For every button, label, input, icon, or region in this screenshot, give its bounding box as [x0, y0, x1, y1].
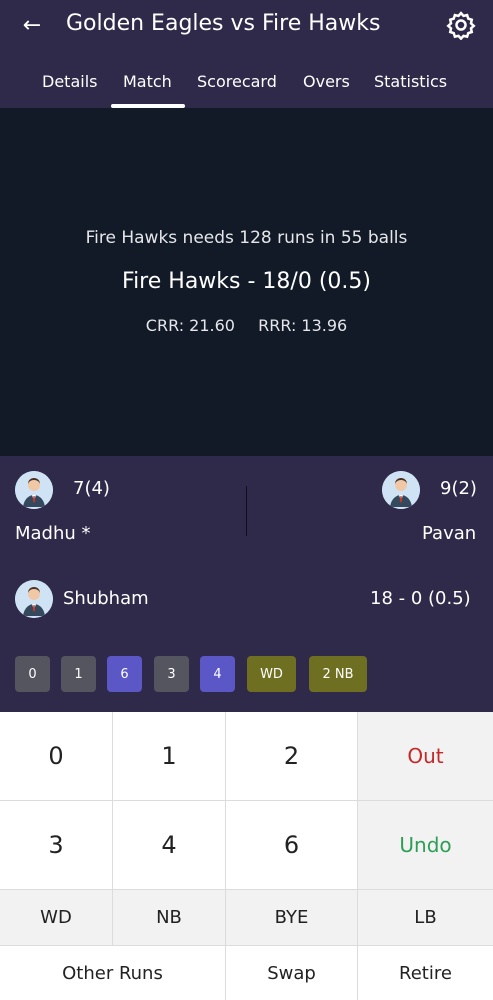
tab-bar: Details Match Scorecard Overs Statistics	[0, 56, 493, 108]
swap-button[interactable]: Swap	[226, 946, 358, 1000]
scoring-keypad: 0 1 2 Out 3 4 6 Undo WD NB BYE LB Other …	[0, 712, 493, 1000]
no-ball-button[interactable]: NB	[113, 890, 226, 946]
wide-button[interactable]: WD	[0, 890, 113, 946]
bowler-avatar	[15, 580, 53, 618]
tab-details[interactable]: Details	[42, 72, 97, 91]
gear-icon[interactable]	[446, 10, 476, 41]
run-1-button[interactable]: 1	[113, 712, 226, 801]
ball-chip: 2 NB	[309, 656, 367, 692]
players-panel: 7(4) Madhu * 9(2) Pavan Shubham 18 - 0 (…	[0, 456, 493, 712]
striker-stat: 7(4)	[73, 478, 110, 499]
bye-button[interactable]: BYE	[226, 890, 358, 946]
run-4-button[interactable]: 4	[113, 801, 226, 890]
required-run-rate: RRR: 13.96	[258, 316, 348, 335]
non-striker-name[interactable]: Pavan	[422, 523, 476, 544]
back-arrow-icon[interactable]: ←	[18, 10, 46, 40]
ball-chip: 4	[200, 656, 235, 692]
bowler-figures: 18 - 0 (0.5)	[370, 588, 471, 609]
score-panel: Fire Hawks needs 128 runs in 55 balls Fi…	[0, 108, 493, 456]
target-text: Fire Hawks needs 128 runs in 55 balls	[85, 228, 408, 248]
undo-button[interactable]: Undo	[358, 801, 493, 890]
ball-chip: 3	[154, 656, 189, 692]
tab-match[interactable]: Match	[123, 72, 172, 91]
other-runs-button[interactable]: Other Runs	[0, 946, 226, 1000]
retire-button[interactable]: Retire	[358, 946, 493, 1000]
current-run-rate: CRR: 21.60	[145, 316, 235, 335]
non-striker-stat: 9(2)	[440, 478, 477, 499]
striker-avatar	[15, 471, 53, 509]
current-over-balls: 0 1 6 3 4 WD 2 NB	[0, 656, 493, 692]
striker-name[interactable]: Madhu *	[15, 523, 91, 544]
non-striker-avatar	[382, 471, 420, 509]
run-0-button[interactable]: 0	[0, 712, 113, 801]
out-button[interactable]: Out	[358, 712, 493, 801]
team-score: Fire Hawks - 18/0 (0.5)	[122, 269, 371, 294]
tab-scorecard[interactable]: Scorecard	[197, 72, 277, 91]
run-rates: CRR: 21.60 RRR: 13.96	[0, 316, 493, 335]
run-6-button[interactable]: 6	[226, 801, 358, 890]
ball-chip: WD	[247, 656, 296, 692]
page-title: Golden Eagles vs Fire Hawks	[66, 11, 381, 36]
ball-chip: 6	[107, 656, 142, 692]
run-2-button[interactable]: 2	[226, 712, 358, 801]
ball-chip: 1	[61, 656, 96, 692]
tab-statistics[interactable]: Statistics	[374, 72, 447, 91]
leg-bye-button[interactable]: LB	[358, 890, 493, 946]
tab-overs[interactable]: Overs	[303, 72, 350, 91]
batters-divider	[246, 486, 247, 536]
run-3-button[interactable]: 3	[0, 801, 113, 890]
ball-chip: 0	[15, 656, 50, 692]
bowler-name[interactable]: Shubham	[63, 588, 149, 609]
app-header: ← Golden Eagles vs Fire Hawks	[0, 0, 493, 56]
